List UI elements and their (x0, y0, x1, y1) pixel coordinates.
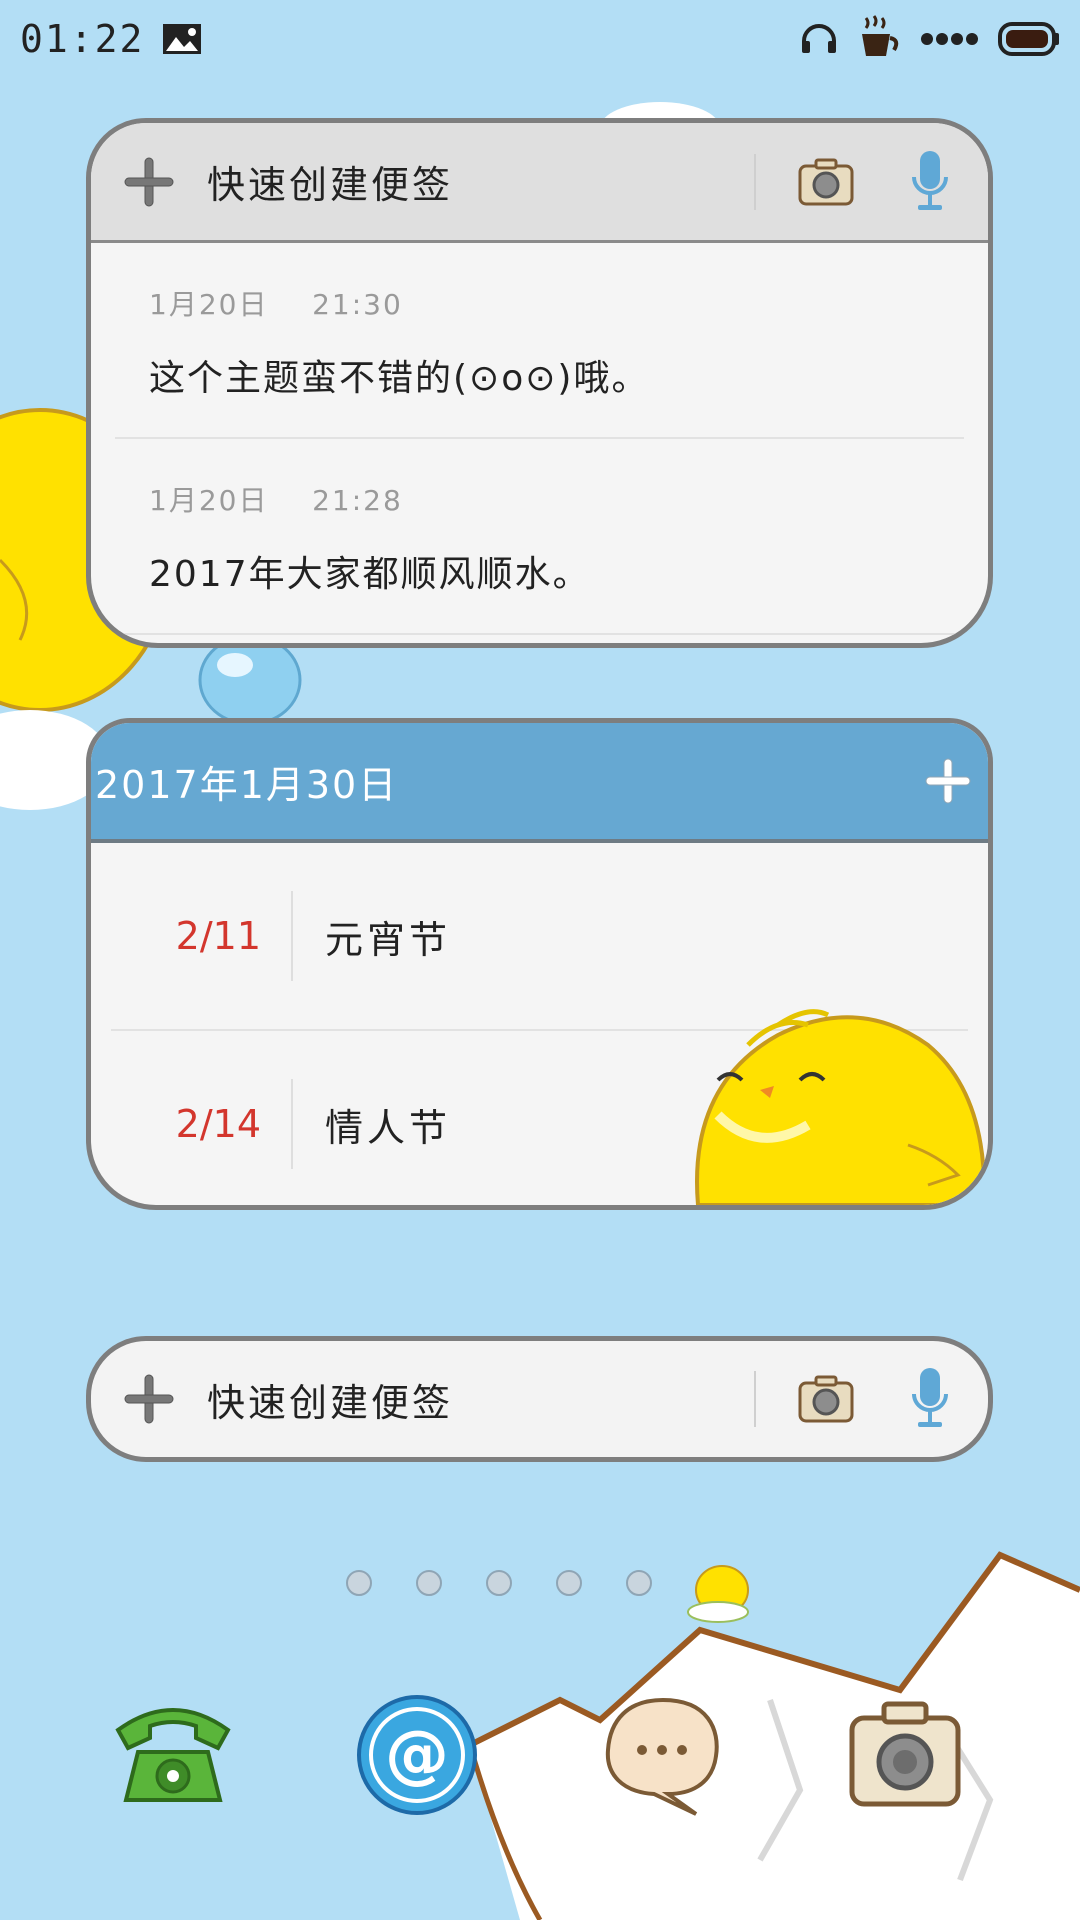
mini-chick-decoration (687, 1565, 749, 1623)
calendar-date-title[interactable]: 2017年1月30日 (95, 754, 398, 809)
svg-text:@: @ (385, 1718, 449, 1792)
calendar-header[interactable]: 2017年1月30日 (91, 723, 988, 843)
image-icon (163, 24, 202, 54)
note-list-item[interactable]: 1月20日 21:30 这个主题蛮不错的(⊙o⊙)哦。 (115, 243, 964, 439)
status-time: 01:22 (20, 17, 145, 61)
note-text: 这个主题蛮不错的(⊙o⊙)哦。 (149, 358, 650, 399)
page-dot[interactable] (486, 1570, 512, 1596)
camera-icon[interactable] (796, 154, 856, 210)
quick-create-label[interactable]: 快速创建便签 (207, 1372, 754, 1427)
note-timestamp: 1月20日 21:28 (149, 439, 964, 519)
note-timestamp: 1月20日 21:30 (149, 243, 964, 323)
microphone-icon[interactable] (910, 149, 950, 215)
phone-icon[interactable] (108, 1690, 238, 1820)
plus-icon (925, 758, 971, 804)
note-time: 21:30 (312, 288, 403, 321)
note-date: 1月20日 (149, 288, 269, 321)
page-dot[interactable] (346, 1570, 372, 1596)
event-name: 元宵节 (325, 917, 452, 962)
quick-create-label[interactable]: 快速创建便签 (207, 154, 754, 209)
chick-illustration (695, 1009, 987, 1205)
coffee-cup-icon (862, 15, 899, 56)
note-widget: 快速创建便签 1月20日 21:30 这个主题蛮不错的(⊙o⊙)哦。 1月20日… (86, 118, 993, 648)
note-time: 21:28 (312, 484, 403, 517)
note-quick-create-bar[interactable]: 快速创建便签 (91, 1341, 988, 1457)
plus-icon (124, 157, 174, 206)
dock: @ (0, 1690, 1080, 1820)
note-quick-create-bar[interactable]: 快速创建便签 (91, 123, 988, 243)
add-note-button[interactable] (119, 1369, 179, 1429)
note-list-item[interactable]: 1月20日 21:28 2017年大家都顺风顺水。 (115, 439, 964, 635)
note-text: 2017年大家都顺风顺水。 (149, 554, 591, 595)
add-event-button[interactable] (918, 751, 978, 811)
event-date: 2/14 (175, 1102, 261, 1146)
message-bubble-icon[interactable] (598, 1690, 728, 1820)
calendar-widget: 2017年1月30日 2/11 元宵节 2/14 情人节 (86, 718, 993, 1210)
page-indicator[interactable] (346, 1570, 652, 1596)
headphones-icon (802, 24, 836, 53)
add-note-button[interactable] (119, 152, 179, 212)
note-quick-widget: 快速创建便签 (86, 1336, 993, 1462)
row-divider (291, 891, 293, 981)
header-divider (754, 153, 756, 210)
camera-icon[interactable] (796, 1371, 856, 1427)
page-dot[interactable] (626, 1570, 652, 1596)
event-date: 2/11 (175, 914, 261, 958)
note-list: 1月20日 21:30 这个主题蛮不错的(⊙o⊙)哦。 1月20日 21:28 … (91, 243, 988, 635)
camera-icon[interactable] (840, 1690, 970, 1820)
header-divider (754, 1371, 756, 1427)
page-dot[interactable] (416, 1570, 442, 1596)
page-dot[interactable] (556, 1570, 582, 1596)
at-mail-icon[interactable]: @ (352, 1690, 482, 1820)
status-bar: 01:22 (0, 0, 1080, 78)
plus-icon (124, 1374, 174, 1424)
note-date: 1月20日 (149, 484, 269, 517)
event-name: 情人节 (325, 1105, 452, 1150)
signal-dots-icon (921, 33, 978, 45)
microphone-icon[interactable] (910, 1366, 950, 1432)
battery-icon (998, 22, 1059, 56)
row-divider (291, 1079, 293, 1169)
